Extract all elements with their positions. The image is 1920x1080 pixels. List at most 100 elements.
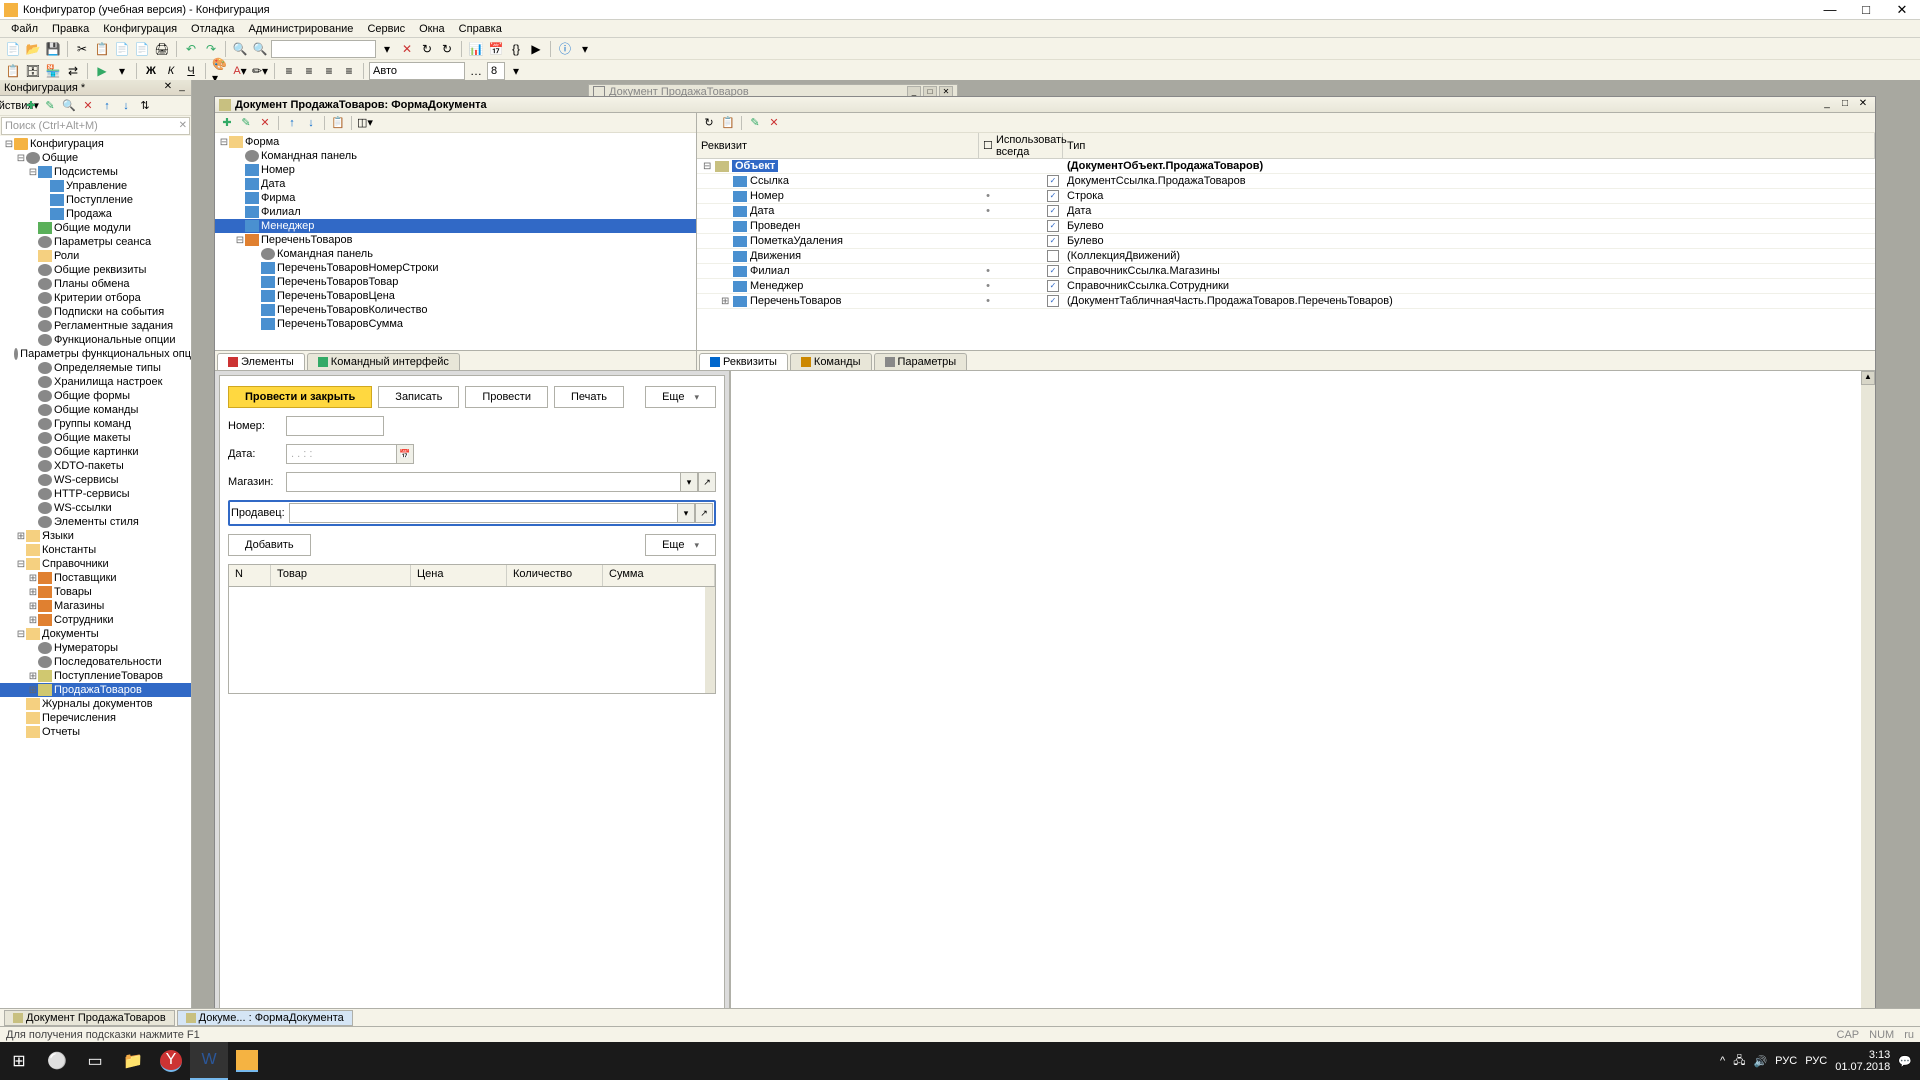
menu-service[interactable]: Сервис xyxy=(360,21,412,37)
tab-commands[interactable]: Команды xyxy=(790,353,872,370)
menu-admin[interactable]: Администрирование xyxy=(242,21,361,37)
store-dd-icon[interactable]: ▾ xyxy=(680,472,698,492)
up-icon[interactable]: ↑ xyxy=(99,98,115,114)
word-icon[interactable]: W xyxy=(190,1042,228,1080)
fw-max-icon[interactable]: □ xyxy=(1837,98,1853,112)
calendar-icon[interactable]: 📅 xyxy=(487,40,505,58)
store-icon[interactable]: 🏪 xyxy=(44,62,62,80)
tray-lang2[interactable]: РУС xyxy=(1805,1055,1827,1067)
edit-icon[interactable]: ✎ xyxy=(42,98,58,114)
tree-item[interactable]: Управление xyxy=(0,179,191,193)
dropdown-icon[interactable]: ▾ xyxy=(378,40,396,58)
add-icon[interactable]: ✚ xyxy=(23,98,39,114)
config-tree[interactable]: ⊟Конфигурация⊟Общие⊟ПодсистемыУправление… xyxy=(0,136,191,1040)
run-icon[interactable]: ▶ xyxy=(93,62,111,80)
system-tray[interactable]: ^ 🖧 🔊 РУС РУС 3:1301.07.2018 💬 xyxy=(1712,1049,1920,1073)
tray-notif-icon[interactable]: 💬 xyxy=(1898,1055,1912,1068)
tree-item[interactable]: ⊟Справочники xyxy=(0,557,191,571)
at-del-icon[interactable]: ✕ xyxy=(766,115,782,131)
attr-row[interactable]: Дата•✓Дата xyxy=(697,204,1875,219)
open-icon[interactable]: 📂 xyxy=(24,40,42,58)
clear-icon[interactable]: ✕ xyxy=(398,40,416,58)
maximize-button[interactable]: □ xyxy=(1852,1,1880,19)
search-clear-icon[interactable]: ✕ xyxy=(179,120,187,131)
tree-item[interactable]: Менеджер xyxy=(215,219,696,233)
tree-item[interactable]: Общие команды xyxy=(0,403,191,417)
tree-item[interactable]: Продажа xyxy=(0,207,191,221)
1c-icon[interactable] xyxy=(236,1050,258,1072)
print-button[interactable]: Печать xyxy=(554,386,624,408)
tree-item[interactable]: ⊟Подсистемы xyxy=(0,165,191,179)
tree-item[interactable]: Общие макеты xyxy=(0,431,191,445)
tree-item[interactable]: ⊞Языки xyxy=(0,529,191,543)
attr-row[interactable]: ПометкаУдаления✓Булево xyxy=(697,234,1875,249)
tree-item[interactable]: Номер xyxy=(215,163,696,177)
find-icon[interactable]: 🔍 xyxy=(231,40,249,58)
actions-button[interactable]: Действия▾ xyxy=(4,98,20,114)
attr-row[interactable]: Проведен✓Булево xyxy=(697,219,1875,234)
at-refresh-icon[interactable]: ↻ xyxy=(701,115,717,131)
date-input[interactable]: . . : :📅 xyxy=(286,444,414,464)
tree-item[interactable]: Параметры сеанса xyxy=(0,235,191,249)
tree-item[interactable]: Фирма xyxy=(215,191,696,205)
post-close-button[interactable]: Провести и закрыть xyxy=(228,386,372,408)
attr-row[interactable]: ⊟Объект(ДокументОбъект.ПродажаТоваров) xyxy=(697,159,1875,174)
underline-icon[interactable]: Ч xyxy=(182,62,200,80)
tree-item[interactable]: Функциональные опции xyxy=(0,333,191,347)
italic-icon[interactable]: К xyxy=(162,62,180,80)
tree-item[interactable]: Роли xyxy=(0,249,191,263)
tray-clock[interactable]: 3:1301.07.2018 xyxy=(1835,1049,1890,1073)
compare-icon[interactable]: ⇄ xyxy=(64,62,82,80)
th-sum[interactable]: Сумма xyxy=(603,565,715,586)
attr-col-type[interactable]: Тип xyxy=(1063,133,1875,158)
tree-item[interactable]: ⊟Форма xyxy=(215,135,696,149)
tab-elements[interactable]: Элементы xyxy=(217,353,305,370)
fw-close-icon[interactable]: ✕ xyxy=(1855,98,1871,112)
tree-item[interactable]: Критерии отбора xyxy=(0,291,191,305)
menu-config[interactable]: Конфигурация xyxy=(96,21,184,37)
elements-tree[interactable]: ⊟ФормаКомандная панельНомерДатаФирмаФили… xyxy=(215,133,696,350)
cut-icon[interactable]: ✂ xyxy=(73,40,91,58)
seller-open-icon[interactable]: ↗ xyxy=(695,503,713,523)
paste2-icon[interactable]: 📄 xyxy=(133,40,151,58)
sort-icon[interactable]: ⇅ xyxy=(137,98,153,114)
tree-item[interactable]: Нумераторы xyxy=(0,641,191,655)
refresh2-icon[interactable]: ↻ xyxy=(438,40,456,58)
run-dd-icon[interactable]: ▾ xyxy=(113,62,131,80)
tree-item[interactable]: Группы команд xyxy=(0,417,191,431)
table-scrollbar[interactable] xyxy=(705,587,715,693)
magnify-icon[interactable]: 🔍 xyxy=(61,98,77,114)
bg-color-icon[interactable]: 🎨▾ xyxy=(211,62,229,80)
tree-item[interactable]: Перечисления xyxy=(0,711,191,725)
attr-row[interactable]: Движения(КоллекцияДвижений) xyxy=(697,249,1875,264)
tree-item[interactable]: Отчеты xyxy=(0,725,191,739)
seller-dd-icon[interactable]: ▾ xyxy=(677,503,695,523)
preview-scrollbar[interactable]: ▲ ▼ xyxy=(1861,371,1875,1029)
attr-row[interactable]: Филиал•✓СправочникСсылка.Магазины xyxy=(697,264,1875,279)
redo-icon[interactable]: ↷ xyxy=(202,40,220,58)
tree-item[interactable]: ⊞ПродажаТоваров xyxy=(0,683,191,697)
panel-min-icon[interactable]: _ xyxy=(175,81,189,95)
help-icon[interactable]: ⓘ xyxy=(556,40,574,58)
el-down-icon[interactable]: ↓ xyxy=(303,115,319,131)
el-add-icon[interactable]: ✚ xyxy=(219,115,235,131)
attr-row[interactable]: Менеджер•✓СправочникСсылка.Сотрудники xyxy=(697,279,1875,294)
minimize-button[interactable]: — xyxy=(1816,1,1844,19)
tree-item[interactable]: WS-ссылки xyxy=(0,501,191,515)
font-more-icon[interactable]: … xyxy=(467,62,485,80)
search-input[interactable] xyxy=(271,40,376,58)
menu-edit[interactable]: Правка xyxy=(45,21,96,37)
tree-item[interactable]: Общие картинки xyxy=(0,445,191,459)
menu-windows[interactable]: Окна xyxy=(412,21,452,37)
write-button[interactable]: Записать xyxy=(378,386,459,408)
font-size-select[interactable] xyxy=(369,62,465,80)
attr-row[interactable]: ⊞ПереченьТоваров•✓(ДокументТабличнаяЧаст… xyxy=(697,294,1875,309)
tab-cmd-interface[interactable]: Командный интерфейс xyxy=(307,353,460,370)
tree-item[interactable]: ПереченьТоваровТовар xyxy=(215,275,696,289)
syntax-icon[interactable]: {} xyxy=(507,40,525,58)
attributes-grid[interactable]: Реквизит ☐ Использовать всегда Тип ⊟Объе… xyxy=(697,133,1875,350)
el-del-icon[interactable]: ✕ xyxy=(257,115,273,131)
el-edit-icon[interactable]: ✎ xyxy=(238,115,254,131)
paste-icon[interactable]: 📄 xyxy=(113,40,131,58)
store-input[interactable]: ↗ ▾ xyxy=(286,472,716,492)
